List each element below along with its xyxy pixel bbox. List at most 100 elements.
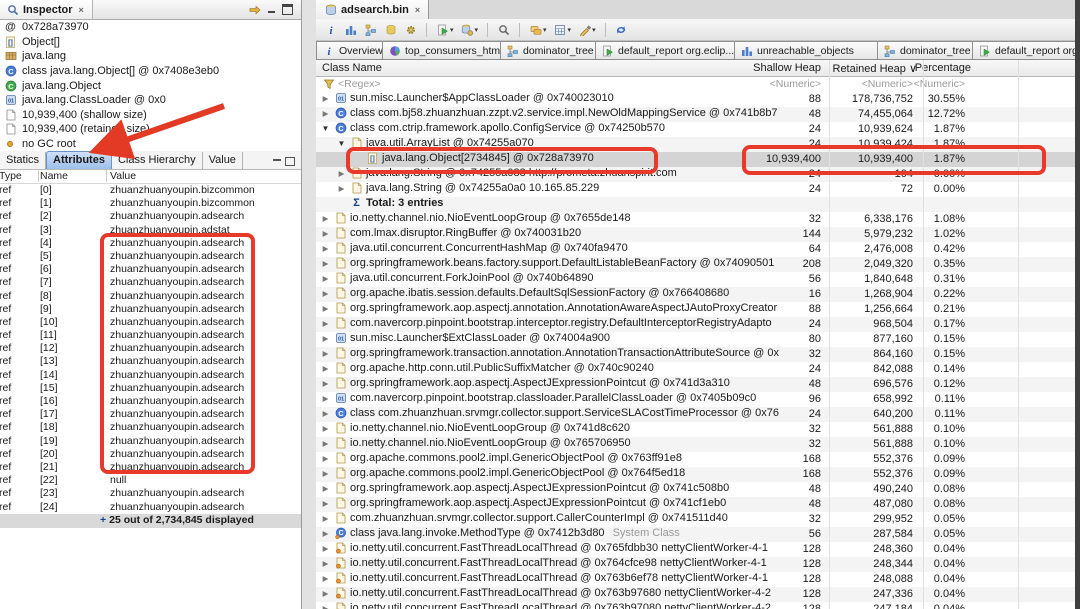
chevron-down-icon[interactable]: ▾: [450, 26, 454, 34]
heap-row[interactable]: ▶io.netty.util.concurrent.FastThreadLoca…: [316, 542, 1075, 557]
chevron-down-icon[interactable]: ▾: [475, 26, 479, 34]
expander-icon[interactable]: ▶: [320, 259, 331, 268]
expander-icon[interactable]: ▶: [320, 544, 331, 553]
expander-icon[interactable]: ▶: [320, 559, 331, 568]
heap-row[interactable]: ▼java.util.ArrayList @ 0x74255a0702410,9…: [316, 137, 1075, 152]
expander-icon[interactable]: ▶: [320, 469, 331, 478]
expander-icon[interactable]: ▶: [320, 304, 331, 313]
attribute-row[interactable]: ref[23]zhuanzhuanyoupin.adsearch: [0, 487, 301, 500]
heap-row[interactable]: ▶Cclass com.bj58.zhuanzhuan.zzpt.v2.serv…: [316, 107, 1075, 122]
heap-row[interactable]: ▶java.lang.String @ 0x74255a0a0 10.165.8…: [316, 182, 1075, 197]
chevron-down-icon[interactable]: ▾: [568, 26, 572, 34]
result-tab-default-report-org-eclip[interactable]: default_report org.eclip: [973, 41, 1080, 60]
heap-row[interactable]: ▶io.netty.util.concurrent.FastThreadLoca…: [316, 572, 1075, 587]
heap-row[interactable]: ▶01com.navercorp.pinpoint.bootstrap.clas…: [316, 392, 1075, 407]
attribute-row[interactable]: ref[19]zhuanzhuanyoupin.adsearch: [0, 435, 301, 448]
heap-row[interactable]: ▶io.netty.channel.nio.NioEventLoopGroup …: [316, 212, 1075, 227]
attribute-row[interactable]: ref[1]zhuanzhuanyoupin.bizcommon: [0, 197, 301, 210]
heap-row[interactable]: ▼Cclass com.ctrip.framework.apollo.Confi…: [316, 122, 1075, 137]
search-button[interactable]: [497, 24, 510, 36]
expander-icon[interactable]: ▶: [320, 274, 331, 283]
heap-row[interactable]: ▶org.apache.commons.pool2.impl.GenericOb…: [316, 467, 1075, 482]
inspector-line[interactable]: Cclass java.lang.Object[] @ 0x7408e3eb0: [0, 64, 301, 79]
expander-icon[interactable]: ▶: [320, 424, 331, 433]
heap-row[interactable]: ▶org.springframework.beans.factory.suppo…: [316, 257, 1075, 272]
expander-icon[interactable]: ▼: [336, 139, 347, 148]
expander-icon[interactable]: ▶: [320, 499, 331, 508]
heap-row[interactable]: ▶com.lmax.disruptor.RingBuffer @ 0x74003…: [316, 227, 1075, 242]
attribute-row[interactable]: ref[11]zhuanzhuanyoupin.adsearch: [0, 329, 301, 342]
attribute-row[interactable]: ref[12]zhuanzhuanyoupin.adsearch: [0, 342, 301, 355]
attribute-row[interactable]: ref[5]zhuanzhuanyoupin.adsearch: [0, 250, 301, 263]
result-tab-dominator-tree[interactable]: dominator_tree: [878, 41, 973, 60]
column-header-percentage[interactable]: Percentage: [881, 62, 971, 74]
heap-row[interactable]: ▶org.springframework.aop.aspectj.annotat…: [316, 302, 1075, 317]
minimize-icon[interactable]: [273, 157, 281, 164]
heap-row[interactable]: ▶org.springframework.transaction.annotat…: [316, 347, 1075, 362]
expander-icon[interactable]: ▶: [320, 94, 331, 103]
expander-icon[interactable]: ▶: [320, 319, 331, 328]
heap-row[interactable]: ▶com.zhuanzhuan.srvmgr.collector.support…: [316, 512, 1075, 527]
attribute-row[interactable]: ref[21]zhuanzhuanyoupin.adsearch: [0, 461, 301, 474]
attribute-row[interactable]: ref[13]zhuanzhuanyoupin.adsearch: [0, 355, 301, 368]
result-tab-dominator-tree[interactable]: dominator_tree: [501, 41, 596, 60]
panel-sash[interactable]: [302, 0, 316, 609]
result-tab-top-consumers-html[interactable]: top_consumers_html: [383, 41, 501, 60]
attribute-row[interactable]: ref[2]zhuanzhuanyoupin.adsearch: [0, 210, 301, 223]
inspector-tab[interactable]: Inspector ×: [0, 0, 93, 19]
expander-icon[interactable]: ▶: [320, 589, 331, 598]
editor-tab-adsearch[interactable]: adsearch.bin ×: [316, 0, 429, 19]
attribute-row[interactable]: ref[17]zhuanzhuanyoupin.adsearch: [0, 408, 301, 421]
result-tab-unreachable-objects[interactable]: unreachable_objects: [735, 41, 878, 60]
attribute-row[interactable]: ref[9]zhuanzhuanyoupin.adsearch: [0, 303, 301, 316]
tab-statics[interactable]: Statics: [0, 152, 46, 169]
result-tab-default-report-org-eclip-[interactable]: default_report org.eclip...: [596, 41, 735, 60]
column-header-name[interactable]: Name: [40, 170, 107, 182]
expander-icon[interactable]: ▶: [320, 394, 331, 403]
maximize-icon[interactable]: [285, 157, 295, 166]
column-header-type[interactable]: Type: [2, 170, 39, 182]
expander-icon[interactable]: ▶: [336, 184, 347, 193]
expander-icon[interactable]: ▶: [320, 289, 331, 298]
expander-icon[interactable]: ▶: [320, 529, 331, 538]
expander-icon[interactable]: ▶: [320, 334, 331, 343]
inspector-line[interactable]: 10,939,400 (retained size): [0, 122, 301, 137]
attribute-row[interactable]: ref[8]zhuanzhuanyoupin.adsearch: [0, 290, 301, 303]
export-button[interactable]: ▾: [578, 24, 596, 36]
expander-icon[interactable]: ▶: [320, 484, 331, 493]
result-tab-overview[interactable]: iOverview: [316, 41, 383, 60]
numeric-filter-input[interactable]: <Numeric>: [855, 78, 965, 90]
tab-class-hierarchy[interactable]: Class Hierarchy: [112, 152, 203, 169]
regex-filter-input[interactable]: <Regex>: [322, 78, 381, 90]
dominator-tree-button[interactable]: [364, 24, 377, 36]
heap-row[interactable]: ▶org.apache.commons.pool2.impl.GenericOb…: [316, 452, 1075, 467]
attribute-row[interactable]: ref[24]zhuanzhuanyoupin.adsearch: [0, 501, 301, 514]
expander-icon[interactable]: ▶: [320, 409, 331, 418]
calculator-button[interactable]: ▾: [554, 24, 572, 36]
heap-row[interactable]: ▶io.netty.util.concurrent.FastThreadLoca…: [316, 587, 1075, 602]
heap-row[interactable]: ▶org.apache.ibatis.session.defaults.Defa…: [316, 287, 1075, 302]
link-with-editor-icon[interactable]: [248, 4, 261, 16]
attribute-row[interactable]: ref[7]zhuanzhuanyoupin.adsearch: [0, 276, 301, 289]
close-icon[interactable]: ×: [415, 5, 420, 15]
expand-more-icon[interactable]: +: [100, 514, 106, 526]
tab-value[interactable]: Value: [203, 152, 243, 169]
sync-button[interactable]: [615, 24, 628, 36]
attribute-row[interactable]: ref[22]null: [0, 474, 301, 487]
group-button[interactable]: ▾: [529, 24, 547, 36]
heap-row[interactable]: ▶Cclass java.lang.invoke.MethodType @ 0x…: [316, 527, 1075, 542]
expander-icon[interactable]: ▶: [320, 439, 331, 448]
column-header-value[interactable]: Value: [110, 170, 136, 182]
inspector-line[interactable]: []Object[]: [0, 35, 301, 50]
expander-icon[interactable]: ▶: [320, 229, 331, 238]
chevron-down-icon[interactable]: ▾: [543, 26, 547, 34]
heap-row[interactable]: ▶Cclass com.zhuanzhuan.srvmgr.collector.…: [316, 407, 1075, 422]
attribute-row[interactable]: ref[20]zhuanzhuanyoupin.adsearch: [0, 448, 301, 461]
attribute-row[interactable]: ref[16]zhuanzhuanyoupin.adsearch: [0, 395, 301, 408]
heap-row[interactable]: ▶io.netty.channel.nio.NioEventLoopGroup …: [316, 437, 1075, 452]
heap-row[interactable]: ΣTotal: 3 entries: [316, 197, 1075, 212]
inspector-line[interactable]: no GC root: [0, 137, 301, 152]
expander-icon[interactable]: ▶: [320, 514, 331, 523]
expander-icon[interactable]: ▶: [320, 109, 331, 118]
attribute-row[interactable]: ref[15]zhuanzhuanyoupin.adsearch: [0, 382, 301, 395]
